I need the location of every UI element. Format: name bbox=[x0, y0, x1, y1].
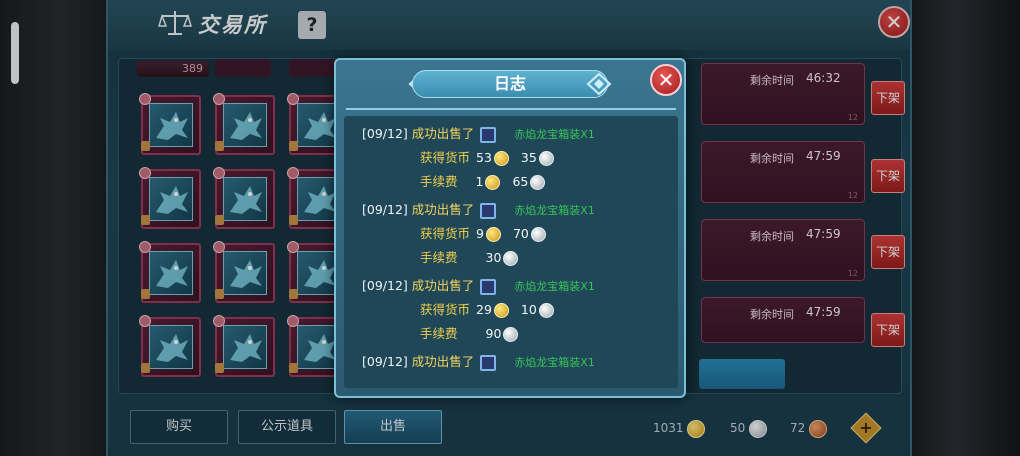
income-label: 获得货币 bbox=[420, 302, 471, 317]
log-action: 成功出售了 bbox=[411, 354, 475, 369]
divider bbox=[346, 108, 676, 110]
log-sale-line: [09/12] 成功出售了 赤焰龙宝箱装X1 bbox=[362, 124, 595, 144]
log-action: 成功出售了 bbox=[411, 278, 475, 293]
log-fee-line: 手续费 1 65 bbox=[420, 172, 546, 192]
fee-silver: 30 bbox=[485, 250, 502, 265]
item-icon bbox=[480, 202, 497, 219]
log-date: [09/12] bbox=[362, 354, 408, 369]
income-gold: 29 bbox=[476, 302, 492, 317]
log-sale-line: [09/12] 成功出售了 赤焰龙宝箱装X1 bbox=[362, 200, 595, 220]
gold-coin-icon bbox=[493, 303, 509, 318]
log-income-line: 获得货币 53 35 bbox=[420, 148, 554, 168]
log-item-name: 赤焰龙宝箱装X1 bbox=[514, 356, 595, 369]
income-label: 获得货币 bbox=[420, 150, 471, 165]
log-fee-line: 手续费 90 bbox=[420, 324, 519, 344]
income-silver: 35 bbox=[520, 150, 537, 165]
gold-coin-icon bbox=[485, 227, 501, 242]
log-item-name: 赤焰龙宝箱装X1 bbox=[514, 204, 595, 217]
fee-silver: 90 bbox=[485, 326, 502, 341]
silver-coin-icon bbox=[503, 327, 519, 342]
log-fee-line: 手续费 30 bbox=[420, 248, 519, 268]
log-list[interactable]: [09/12] 成功出售了 赤焰龙宝箱装X1 获得货币 53 35 手续费 1 65 [09… bbox=[344, 116, 678, 388]
silver-coin-icon bbox=[538, 303, 554, 318]
log-income-line: 获得货币 29 10 bbox=[420, 300, 554, 320]
silver-coin-icon bbox=[530, 227, 546, 242]
log-income-line: 获得货币 9 70 bbox=[420, 224, 546, 244]
income-silver: 70 bbox=[512, 226, 529, 241]
log-date: [09/12] bbox=[362, 126, 408, 141]
item-icon bbox=[480, 126, 497, 143]
log-date: [09/12] bbox=[362, 278, 408, 293]
fee-label: 手续费 bbox=[420, 174, 458, 189]
log-item-name: 赤焰龙宝箱装X1 bbox=[514, 280, 595, 293]
close-log-button[interactable]: ✕ bbox=[650, 64, 682, 96]
silver-coin-icon bbox=[538, 151, 554, 166]
log-date: [09/12] bbox=[362, 202, 408, 217]
fee-label: 手续费 bbox=[420, 250, 458, 265]
income-label: 获得货币 bbox=[420, 226, 471, 241]
silver-coin-icon bbox=[530, 175, 546, 190]
log-item-name: 赤焰龙宝箱装X1 bbox=[514, 128, 595, 141]
silver-coin-icon bbox=[503, 251, 519, 266]
log-action: 成功出售了 bbox=[411, 126, 475, 141]
log-dialog-title: 日志 bbox=[493, 74, 526, 93]
gold-coin-icon bbox=[493, 151, 509, 166]
item-icon bbox=[480, 278, 497, 295]
income-gold: 9 bbox=[476, 226, 484, 241]
gold-coin-icon bbox=[485, 175, 501, 190]
fee-label: 手续费 bbox=[420, 326, 458, 341]
fee-gold: 1 bbox=[475, 174, 484, 189]
log-sale-line: [09/12] 成功出售了 赤焰龙宝箱装X1 bbox=[362, 276, 595, 296]
log-action: 成功出售了 bbox=[411, 202, 475, 217]
log-dialog-header: 日志 bbox=[412, 70, 608, 98]
ornament-right-icon bbox=[586, 72, 612, 96]
income-gold: 53 bbox=[476, 150, 492, 165]
income-silver: 10 bbox=[520, 302, 537, 317]
fee-silver: 65 bbox=[512, 174, 529, 189]
log-dialog: 日志 ✕ [09/12] 成功出售了 赤焰龙宝箱装X1 获得货币 53 35 手续费 1 6… bbox=[334, 58, 686, 398]
log-sale-line: [09/12] 成功出售了 赤焰龙宝箱装X1 bbox=[362, 352, 595, 372]
item-icon bbox=[480, 354, 497, 371]
